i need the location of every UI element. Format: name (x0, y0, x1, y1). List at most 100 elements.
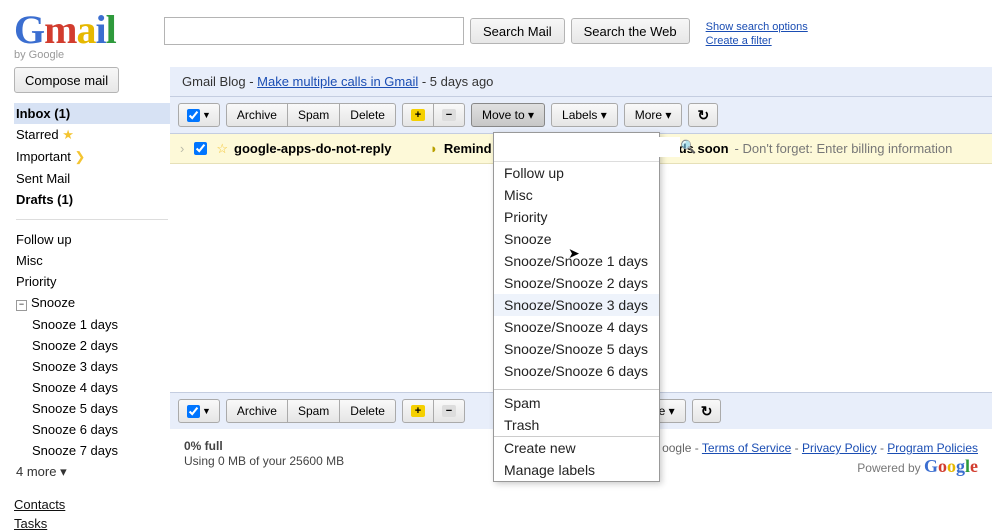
tos-link[interactable]: Terms of Service (702, 441, 791, 455)
search-icon: 🔍 (680, 139, 696, 155)
dd-item-followup[interactable]: Follow up (494, 162, 659, 184)
main-pane: Gmail Blog - Make multiple calls in Gmai… (170, 67, 992, 164)
refresh-icon: ↻ (697, 107, 709, 124)
star-icon: ★ (62, 127, 74, 142)
dd-item-snooze7[interactable]: Snooze/Snooze 7 days (494, 382, 659, 387)
dd-item-spam[interactable]: Spam (494, 392, 659, 414)
dd-manage-labels[interactable]: Manage labels (494, 459, 659, 481)
sidebar: Compose mail Inbox (1) Starred ★ Importa… (0, 67, 170, 532)
row-checkbox[interactable] (194, 142, 207, 155)
dd-item-misc[interactable]: Misc (494, 184, 659, 206)
promo-prefix: Gmail Blog - (182, 74, 257, 89)
nav-starred-label: Starred (16, 127, 59, 142)
promo-suffix: - 5 days ago (418, 74, 493, 89)
row-star-icon[interactable]: ☆ (216, 141, 228, 157)
spam-button[interactable]: Spam (287, 103, 340, 127)
more-button[interactable]: More ▾ (624, 103, 683, 127)
label-followup[interactable]: Follow up (14, 229, 170, 250)
refresh-button[interactable]: ↻ (688, 103, 718, 127)
labels-button[interactable]: Labels ▾ (551, 103, 618, 127)
refresh-button-2[interactable]: ↻ (692, 399, 722, 423)
search-mail-button[interactable]: Search Mail (470, 18, 565, 44)
row-label-chip-icon: ◗ (430, 141, 438, 156)
gmail-logo: Gmail by Google (14, 6, 164, 61)
show-search-options-link[interactable]: Show search options (706, 20, 808, 34)
search-input[interactable] (164, 17, 464, 45)
promo-bar: Gmail Blog - Make multiple calls in Gmai… (170, 67, 992, 96)
mark-important-button[interactable]: + (402, 103, 434, 127)
tasks-link[interactable]: Tasks (14, 514, 170, 532)
importance-marker-icon[interactable]: › (180, 141, 184, 156)
n-more-labels[interactable]: 4 more ▾ (14, 461, 170, 483)
move-to-dropdown: 🔍 Follow up Misc Priority Snooze Snooze/… (493, 132, 660, 482)
label-snooze-text: Snooze (31, 295, 75, 310)
spam-button-2[interactable]: Spam (287, 399, 340, 423)
dd-item-priority[interactable]: Priority (494, 206, 659, 228)
dd-item-trash[interactable]: Trash (494, 414, 659, 436)
delete-button-2[interactable]: Delete (339, 399, 396, 423)
archive-button-2[interactable]: Archive (226, 399, 288, 423)
dd-item-snooze2[interactable]: Snooze/Snooze 2 days (494, 272, 659, 294)
program-policies-link[interactable]: Program Policies (887, 441, 978, 455)
row-sender: google-apps-do-not-reply (234, 141, 424, 156)
toolbar-top: ▼ Archive Spam Delete + − Move to ▾ Labe… (170, 96, 992, 134)
create-filter-link[interactable]: Create a filter (706, 34, 808, 48)
dd-item-snooze1[interactable]: Snooze/Snooze 1 days (494, 250, 659, 272)
search-links: Show search options Create a filter (706, 20, 808, 48)
importance-group: + − (402, 103, 465, 127)
mark-unimportant-button[interactable]: − (433, 103, 465, 127)
powered-by: Powered by Google (662, 457, 978, 477)
label-snooze-7[interactable]: Snooze 7 days (14, 440, 170, 461)
important-icon: ❯ (75, 149, 86, 164)
header-bar: Gmail by Google Search Mail Search the W… (0, 0, 992, 61)
delete-button[interactable]: Delete (339, 103, 396, 127)
privacy-link[interactable]: Privacy Policy (802, 441, 877, 455)
compose-mail-button[interactable]: Compose mail (14, 67, 119, 93)
label-snooze-6[interactable]: Snooze 6 days (14, 419, 170, 440)
select-all-button[interactable]: ▼ (178, 103, 220, 127)
dd-item-snooze4[interactable]: Snooze/Snooze 4 days (494, 316, 659, 338)
caret-down-icon: ▼ (202, 110, 211, 120)
label-priority[interactable]: Priority (14, 271, 170, 292)
nav-starred[interactable]: Starred ★ (14, 124, 170, 146)
plus-icon: + (411, 109, 425, 121)
contacts-link[interactable]: Contacts (14, 495, 170, 514)
storage-percent: 0% full (184, 439, 344, 454)
nav-drafts[interactable]: Drafts (1) (14, 189, 170, 210)
google-logo: Google (924, 456, 978, 476)
row-snippet: - Don't forget: Enter billing informatio… (735, 141, 953, 156)
nav-important[interactable]: Important ❯ (14, 146, 170, 168)
dd-item-snooze5[interactable]: Snooze/Snooze 5 days (494, 338, 659, 360)
label-snooze[interactable]: −Snooze (14, 292, 170, 314)
row-subject-left: Remind (444, 141, 492, 156)
search-web-button[interactable]: Search the Web (571, 18, 690, 44)
mark-unimportant-button-2[interactable]: − (433, 399, 465, 423)
bottom-links: Contacts Tasks (14, 495, 170, 532)
dd-item-snooze[interactable]: Snooze (494, 228, 659, 250)
dd-item-snooze6[interactable]: Snooze/Snooze 6 days (494, 360, 659, 382)
label-snooze-5[interactable]: Snooze 5 days (14, 398, 170, 419)
nav-important-label: Important (16, 149, 71, 164)
nav-inbox[interactable]: Inbox (1) (14, 103, 170, 124)
label-snooze-4[interactable]: Snooze 4 days (14, 377, 170, 398)
dropdown-search-input[interactable] (500, 137, 680, 157)
dropdown-scroll[interactable]: Follow up Misc Priority Snooze Snooze/Sn… (494, 162, 659, 387)
select-all-checkbox[interactable] (187, 109, 200, 122)
label-misc[interactable]: Misc (14, 250, 170, 271)
dd-create-new[interactable]: Create new (494, 437, 659, 459)
mark-important-button-2[interactable]: + (402, 399, 434, 423)
minus-icon: − (442, 109, 456, 121)
select-all-checkbox-2[interactable] (187, 405, 200, 418)
promo-link[interactable]: Make multiple calls in Gmail (257, 74, 418, 89)
minus-icon: − (442, 405, 456, 417)
collapse-icon[interactable]: − (16, 300, 27, 311)
select-all-button-2[interactable]: ▼ (178, 399, 220, 423)
label-snooze-3[interactable]: Snooze 3 days (14, 356, 170, 377)
archive-button[interactable]: Archive (226, 103, 288, 127)
nav-sent[interactable]: Sent Mail (14, 168, 170, 189)
storage-usage: Using 0 MB of your 25600 MB (184, 454, 344, 469)
dd-item-snooze3[interactable]: Snooze/Snooze 3 days (494, 294, 659, 316)
move-to-button[interactable]: Move to ▾ (471, 103, 545, 127)
label-snooze-1[interactable]: Snooze 1 days (14, 314, 170, 335)
label-snooze-2[interactable]: Snooze 2 days (14, 335, 170, 356)
